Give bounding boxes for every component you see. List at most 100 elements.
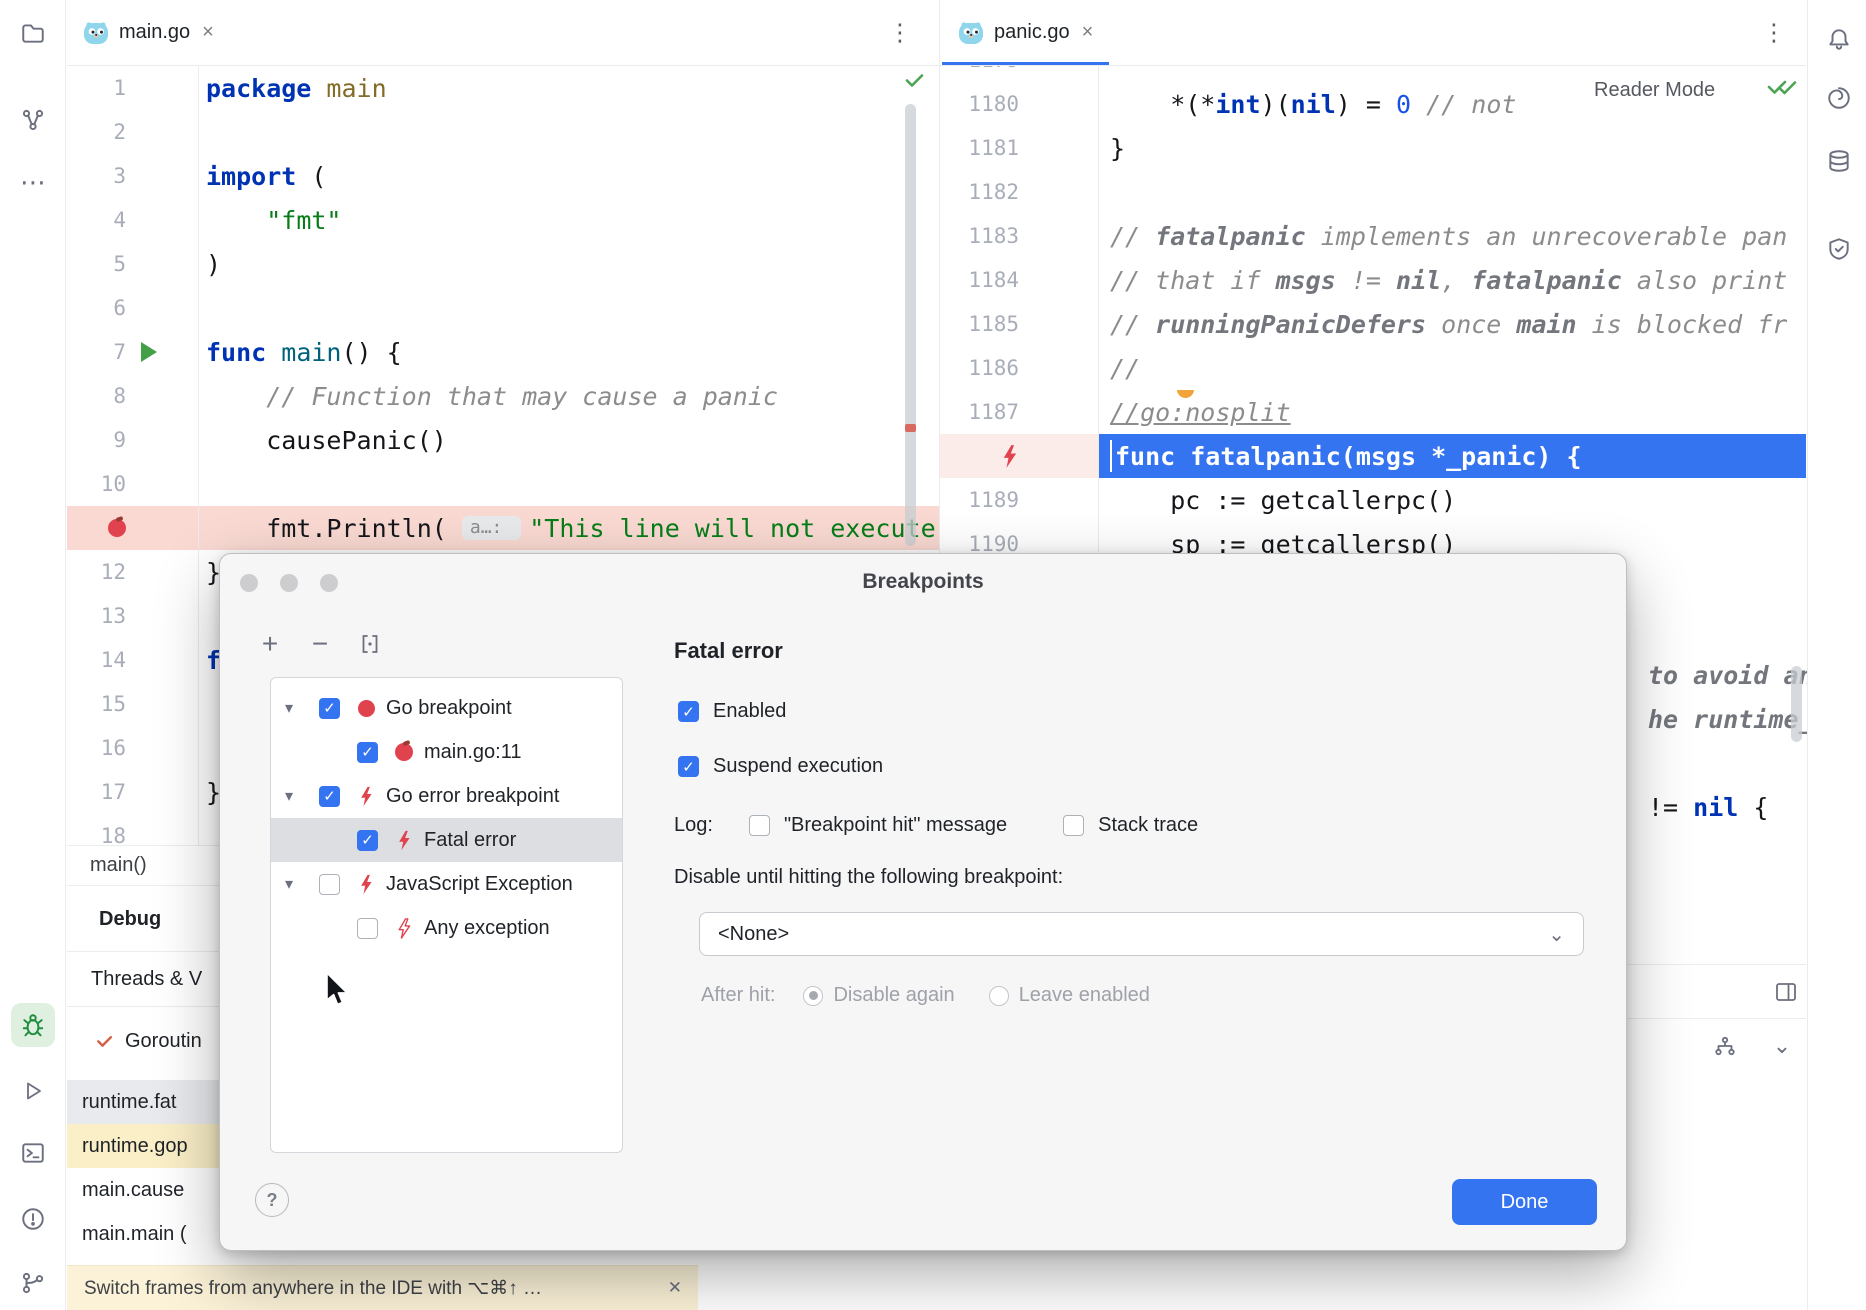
code-line: func fatalpanic(msgs *_panic) { [940,434,1806,478]
breakpoint-checkbox[interactable] [319,786,340,807]
code-line: 1187//go:nosplit [940,390,1806,434]
log-row: Log: "Breakpoint hit" message Stack trac… [674,814,1198,837]
chevron-down-icon[interactable]: ⌄ [1762,1026,1802,1066]
line-number: 14 [67,648,126,672]
breakpoint-tree-item[interactable]: Fatal error [271,818,622,862]
line-number: 2 [67,120,126,144]
disable-again-radio[interactable] [803,986,823,1006]
line-number: 1181 [940,136,1029,160]
add-breakpoint-button[interactable]: + [256,630,284,658]
error-stripe-mark[interactable] [905,424,916,432]
line-number: 3 [67,164,126,188]
breakpoints-dialog: Breakpoints + − ▾Go breakpointmain.go:11… [219,553,1627,1251]
structure-icon[interactable] [13,100,53,140]
error-breakpoint-gutter-icon[interactable] [1000,444,1019,469]
breakpoint-tree-item[interactable]: ▾JavaScript Exception [271,862,622,906]
tab-threads-variables[interactable]: Threads & V [91,968,202,991]
stack-trace-checkbox[interactable] [1063,815,1084,836]
more-tool-windows-icon[interactable]: ⋯ [13,162,53,202]
exception-breakpoint-icon [358,786,374,807]
breakpoint-tree-item[interactable]: Any exception [271,906,622,950]
terminal-icon[interactable] [13,1133,53,1173]
line-number: 1189 [940,488,1029,512]
suspend-checkbox[interactable] [678,756,699,777]
breakpoint-tree-item[interactable]: main.go:11 [271,730,622,774]
mouse-cursor [324,972,352,1008]
layout-settings-icon[interactable] [1766,972,1806,1012]
breakpoint-checkbox[interactable] [357,830,378,851]
enabled-checkbox[interactable] [678,701,699,722]
editor-options-kebab-icon[interactable]: ⋮ [888,19,912,48]
gopher-icon [83,20,109,46]
line-number: 1187 [940,400,1029,424]
version-control-icon[interactable] [13,1263,53,1303]
enabled-row: Enabled [678,700,786,723]
line-number: 1184 [940,268,1029,292]
tab-label: main.go [119,21,190,44]
debug-tool-icon[interactable] [11,1003,55,1047]
code-line: 1183// fatalpanic implements an unrecove… [940,214,1806,258]
leave-enabled-radio[interactable] [989,986,1009,1006]
breakpoint-tree-item[interactable]: ▾Go breakpoint [271,686,622,730]
breakpoint-tree-item[interactable]: ▾Go error breakpoint [271,774,622,818]
breadcrumb[interactable]: main() [90,854,147,877]
right-code-editor[interactable]: 11791180 *(*int)(nil) = 0 // not1181}118… [940,38,1806,566]
log-label: Log: [674,814,713,837]
left-editor-scrollbar[interactable] [905,104,916,546]
code-line: 1181} [940,126,1806,170]
editor-options-kebab-icon[interactable]: ⋮ [1762,19,1786,48]
dialog-title: Breakpoints [220,570,1626,594]
run-tool-icon[interactable] [13,1071,53,1111]
chevron-expanded-icon[interactable]: ▾ [279,786,299,806]
tab-panic-go[interactable]: panic.go × [942,0,1109,65]
notification-banner: Switch frames from anywhere in the IDE w… [67,1265,698,1310]
chevron-expanded-icon[interactable]: ▾ [279,698,299,718]
chevron-expanded-icon[interactable]: ▾ [279,874,299,894]
code-line: 1185// runningPanicDefers once main is b… [940,302,1806,346]
notifications-icon[interactable] [1819,19,1859,59]
breakpoint-checkbox[interactable] [357,918,378,939]
breakpoint-icon[interactable] [108,519,126,537]
breakpoints-tree[interactable]: ▾Go breakpointmain.go:11▾Go error breakp… [270,677,623,1153]
line-number: 4 [67,208,126,232]
line-number: 13 [67,604,126,628]
run-gutter-icon[interactable] [141,342,157,362]
project-folder-icon[interactable] [13,13,53,53]
right-editor-scrollbar[interactable] [1791,666,1802,742]
reader-mode-toggle[interactable]: Reader Mode [1588,77,1721,104]
banner-close-icon[interactable]: ✕ [668,1278,682,1298]
chevron-down-icon: ⌄ [1548,922,1565,947]
close-tab-icon[interactable]: × [202,21,214,44]
breakpoint-checkbox[interactable] [319,874,340,895]
ai-assistant-icon[interactable] [1819,78,1859,118]
database-icon[interactable] [1819,141,1859,181]
remove-breakpoint-button[interactable]: − [306,630,334,658]
close-tab-icon[interactable]: × [1082,21,1094,44]
breakpoint-hit-checkbox[interactable] [749,815,770,836]
problems-icon[interactable] [13,1199,53,1239]
code-line: 1182 [940,170,1806,214]
inspection-ok-icon[interactable] [903,68,927,92]
code-fragment: to avoid an [1648,653,1814,697]
code-line: 6 [67,286,939,330]
breakpoint-checkbox[interactable] [319,698,340,719]
code-line: fmt.Println( a…: "This line will not exe… [67,506,939,550]
done-button[interactable]: Done [1452,1179,1597,1225]
goroutine-label: Goroutin [125,1030,202,1053]
inspection-ok-double-icon[interactable] [1766,74,1800,100]
line-number [67,519,126,537]
breakpoint-checkbox[interactable] [357,742,378,763]
text-caret [1110,440,1112,472]
evaluate-hierarchy-icon[interactable] [1705,1026,1745,1066]
exception-breakpoint-icon [1000,444,1019,469]
disable-again-label: Disable again [833,984,954,1007]
line-number: 1180 [940,92,1029,116]
code-line: 4 "fmt" [67,198,939,242]
tab-main-go[interactable]: main.go × [67,0,230,65]
line-number: 15 [67,692,126,716]
help-button[interactable]: ? [255,1183,289,1217]
disable-until-dropdown[interactable]: <None> ⌄ [699,912,1584,956]
line-number: 9 [67,428,126,452]
qodana-shield-icon[interactable] [1819,229,1859,269]
group-by-icon[interactable] [356,630,384,658]
